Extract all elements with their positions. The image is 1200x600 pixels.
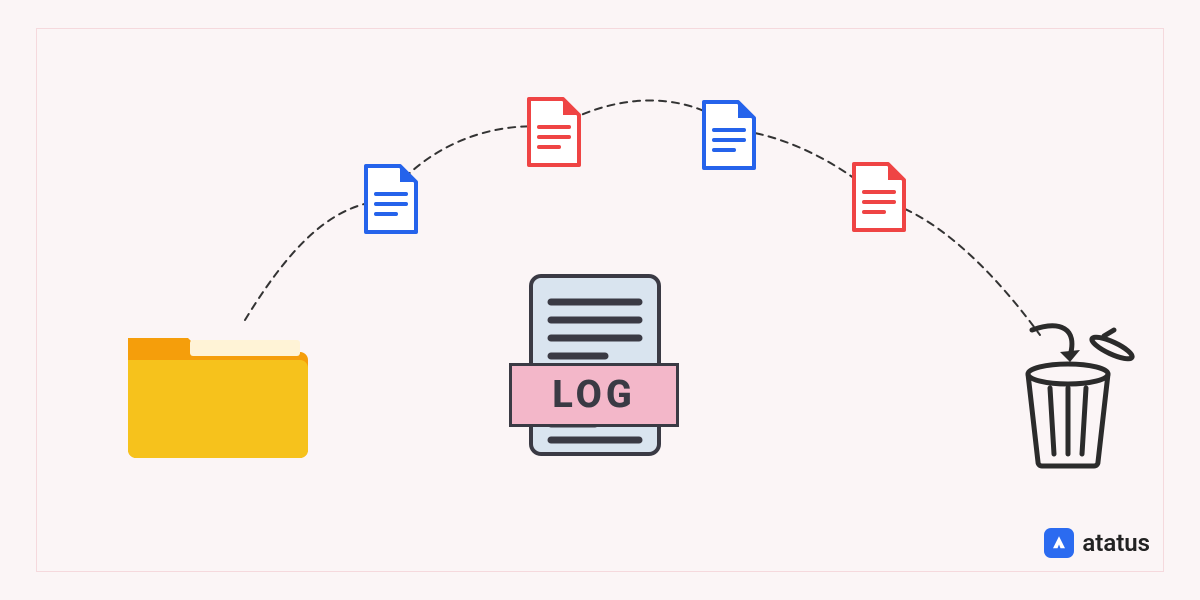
diagram-stage: LOG xyxy=(0,0,1200,600)
folder-icon xyxy=(120,310,310,470)
document-icon xyxy=(362,162,420,240)
brand-name: atatus xyxy=(1082,529,1150,557)
brand-logo: atatus xyxy=(1044,528,1150,558)
log-badge: LOG xyxy=(509,363,679,427)
document-icon xyxy=(525,95,583,173)
brand-mark-icon xyxy=(1044,528,1074,558)
document-icon xyxy=(850,160,908,238)
log-badge-text: LOG xyxy=(552,373,636,417)
trash-icon xyxy=(1000,322,1140,472)
document-icon xyxy=(700,98,758,176)
